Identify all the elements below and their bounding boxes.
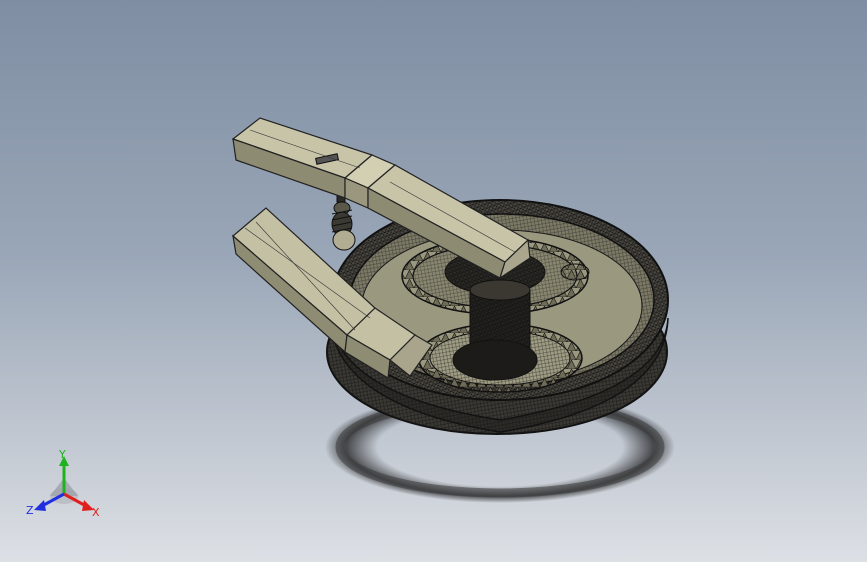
z-axis-label: Z <box>26 504 34 517</box>
z-axis-arrow-icon <box>34 500 46 511</box>
y-axis-label: Y <box>58 448 66 461</box>
model-scene[interactable] <box>0 0 867 562</box>
bevel-gear <box>560 263 590 281</box>
axis-triad[interactable]: Y X Z <box>24 448 108 524</box>
x-axis-label: X <box>92 506 100 519</box>
cad-viewport[interactable]: Y X Z <box>0 0 867 562</box>
